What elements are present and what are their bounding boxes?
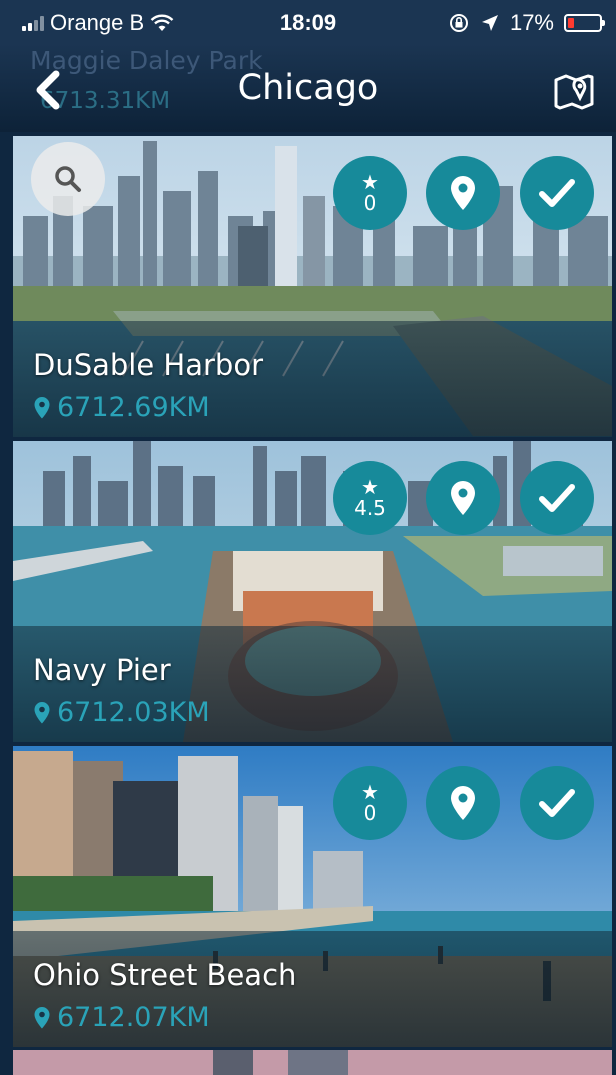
distance-value: 6712.07KM: [57, 1002, 210, 1033]
rating-button[interactable]: ★ 0: [333, 766, 407, 840]
map-button[interactable]: [552, 68, 596, 112]
place-card[interactable]: ★ 0 DuSable Harbor 6712.69KM: [13, 136, 612, 437]
place-name: Ohio Street Beach: [33, 958, 297, 992]
place-distance: 6712.69KM: [33, 392, 210, 423]
rating-value: 0: [363, 191, 377, 215]
place-distance: 6712.03KM: [33, 697, 210, 728]
distance-value: 6712.69KM: [57, 392, 210, 423]
location-pin-icon: [451, 786, 475, 820]
status-right-group: 17%: [448, 10, 605, 36]
location-pin-icon: [451, 176, 475, 210]
checkmark-icon: [539, 484, 575, 512]
search-button[interactable]: [31, 142, 105, 216]
rotation-lock-icon: [449, 14, 468, 32]
location-pin-icon: [34, 396, 50, 418]
search-icon: [55, 166, 81, 192]
navigation-bar: Maggie Daley Park 6713.31KM Chicago: [0, 44, 616, 132]
place-name: DuSable Harbor: [33, 348, 263, 382]
rating-value: 4.5: [354, 496, 386, 520]
place-card[interactable]: [13, 1050, 612, 1075]
location-pin-icon: [34, 701, 50, 723]
visited-button[interactable]: [520, 766, 594, 840]
rating-value: 0: [363, 801, 377, 825]
star-icon: ★: [361, 475, 379, 499]
place-card[interactable]: ★ 0 Ohio Street Beach 6712.07KM: [13, 746, 612, 1047]
distance-value: 6712.03KM: [57, 697, 210, 728]
location-button[interactable]: [426, 156, 500, 230]
place-distance: 6712.07KM: [33, 1002, 210, 1033]
checkmark-icon: [539, 179, 575, 207]
location-button[interactable]: [426, 766, 500, 840]
navigation-arrow-icon: [481, 15, 498, 31]
place-name: Navy Pier: [33, 653, 171, 687]
rating-button[interactable]: ★ 0: [333, 156, 407, 230]
battery-icon: [564, 14, 605, 32]
location-button[interactable]: [426, 461, 500, 535]
star-icon: ★: [361, 780, 379, 804]
location-pin-icon: [34, 1006, 50, 1028]
visited-button[interactable]: [520, 156, 594, 230]
battery-percent: 17%: [509, 10, 554, 35]
visited-button[interactable]: [520, 461, 594, 535]
checkmark-icon: [539, 789, 575, 817]
location-pin-icon: [451, 481, 475, 515]
star-icon: ★: [361, 170, 379, 194]
status-bar: Orange B 18:09 17%: [0, 0, 616, 44]
page-title: Chicago: [237, 68, 379, 108]
rating-button[interactable]: ★ 4.5: [333, 461, 407, 535]
place-card[interactable]: ★ 4.5 Navy Pier 6712.03KM: [13, 441, 612, 742]
map-pin-icon: [554, 74, 594, 110]
place-photo: [13, 1050, 612, 1075]
